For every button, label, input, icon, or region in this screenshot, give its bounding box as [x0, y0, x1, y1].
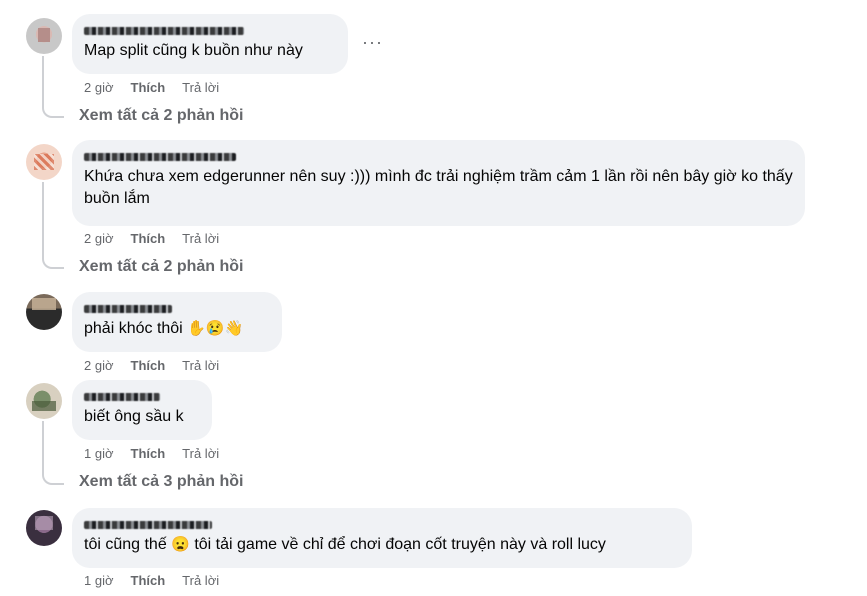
comment-bubble: tôi cũng thế 😦 tôi tải game về chỉ để ch…	[72, 508, 692, 568]
avatar[interactable]	[26, 383, 62, 419]
comment-text: phải khóc thôi ✋😢👋	[84, 318, 270, 340]
avatar[interactable]	[26, 294, 62, 330]
view-replies-link[interactable]: Xem tất cả 3 phản hồi	[79, 473, 243, 491]
like-button[interactable]: Thích	[131, 80, 166, 95]
comment-time: 1 giờ	[84, 446, 114, 461]
more-options-icon[interactable]: ···	[362, 32, 383, 53]
comment-text: tôi cũng thế 😦 tôi tải game về chỉ để ch…	[84, 534, 680, 556]
comment-bubble: Khứa chưa xem edgerunner nên suy :))) mì…	[72, 140, 805, 226]
comment-time: 2 giờ	[84, 80, 114, 95]
comment-author[interactable]	[84, 300, 270, 314]
thread-line	[42, 421, 64, 485]
comment-text-after: tôi tải game về chỉ để chơi đoạn cốt tru…	[194, 536, 606, 553]
like-button[interactable]: Thích	[131, 573, 166, 588]
comment-text: biết ông sầu k	[84, 408, 184, 425]
reply-button[interactable]: Trả lời	[182, 358, 219, 373]
comment-author[interactable]	[84, 148, 793, 162]
view-replies-link[interactable]: Xem tất cả 2 phản hồi	[79, 107, 243, 125]
comment-text: Khứa chưa xem edgerunner nên suy :))) mì…	[84, 168, 793, 207]
avatar[interactable]	[26, 18, 62, 54]
frowning-emoji-icon: 😦	[171, 536, 190, 553]
like-button[interactable]: Thích	[131, 231, 166, 246]
emoji-reactions: ✋😢👋	[187, 320, 244, 337]
comment-actions: 2 giờ Thích Trả lời	[84, 231, 236, 246]
comment-author[interactable]	[84, 22, 336, 36]
reply-button[interactable]: Trả lời	[182, 446, 219, 461]
comment-actions: 1 giờ Thích Trả lời	[84, 573, 236, 588]
reply-button[interactable]: Trả lời	[182, 231, 219, 246]
view-replies-link[interactable]: Xem tất cả 2 phản hồi	[79, 258, 243, 276]
comment-text-body: phải khóc thôi	[84, 320, 183, 337]
comment-time: 2 giờ	[84, 231, 114, 246]
avatar[interactable]	[26, 144, 62, 180]
reply-button[interactable]: Trả lời	[182, 80, 219, 95]
comment-actions: 2 giờ Thích Trả lời	[84, 80, 236, 95]
like-button[interactable]: Thích	[131, 358, 166, 373]
comment-text: Map split cũng k buồn như này	[84, 42, 303, 59]
comment-actions: 2 giờ Thích Trả lời	[84, 358, 236, 373]
thread-line	[42, 56, 64, 118]
comment-bubble: Map split cũng k buồn như này	[72, 14, 348, 74]
avatar[interactable]	[26, 510, 62, 546]
comment-time: 1 giờ	[84, 573, 114, 588]
thread-line	[42, 182, 64, 269]
comment-author[interactable]	[84, 388, 200, 402]
comment-bubble: biết ông sầu k	[72, 380, 212, 440]
comment-time: 2 giờ	[84, 358, 114, 373]
reply-button[interactable]: Trả lời	[182, 573, 219, 588]
like-button[interactable]: Thích	[131, 446, 166, 461]
comment-bubble: phải khóc thôi ✋😢👋	[72, 292, 282, 352]
comment-text-before: tôi cũng thế	[84, 536, 167, 553]
comment-author[interactable]	[84, 516, 680, 530]
comment-actions: 1 giờ Thích Trả lời	[84, 446, 236, 461]
